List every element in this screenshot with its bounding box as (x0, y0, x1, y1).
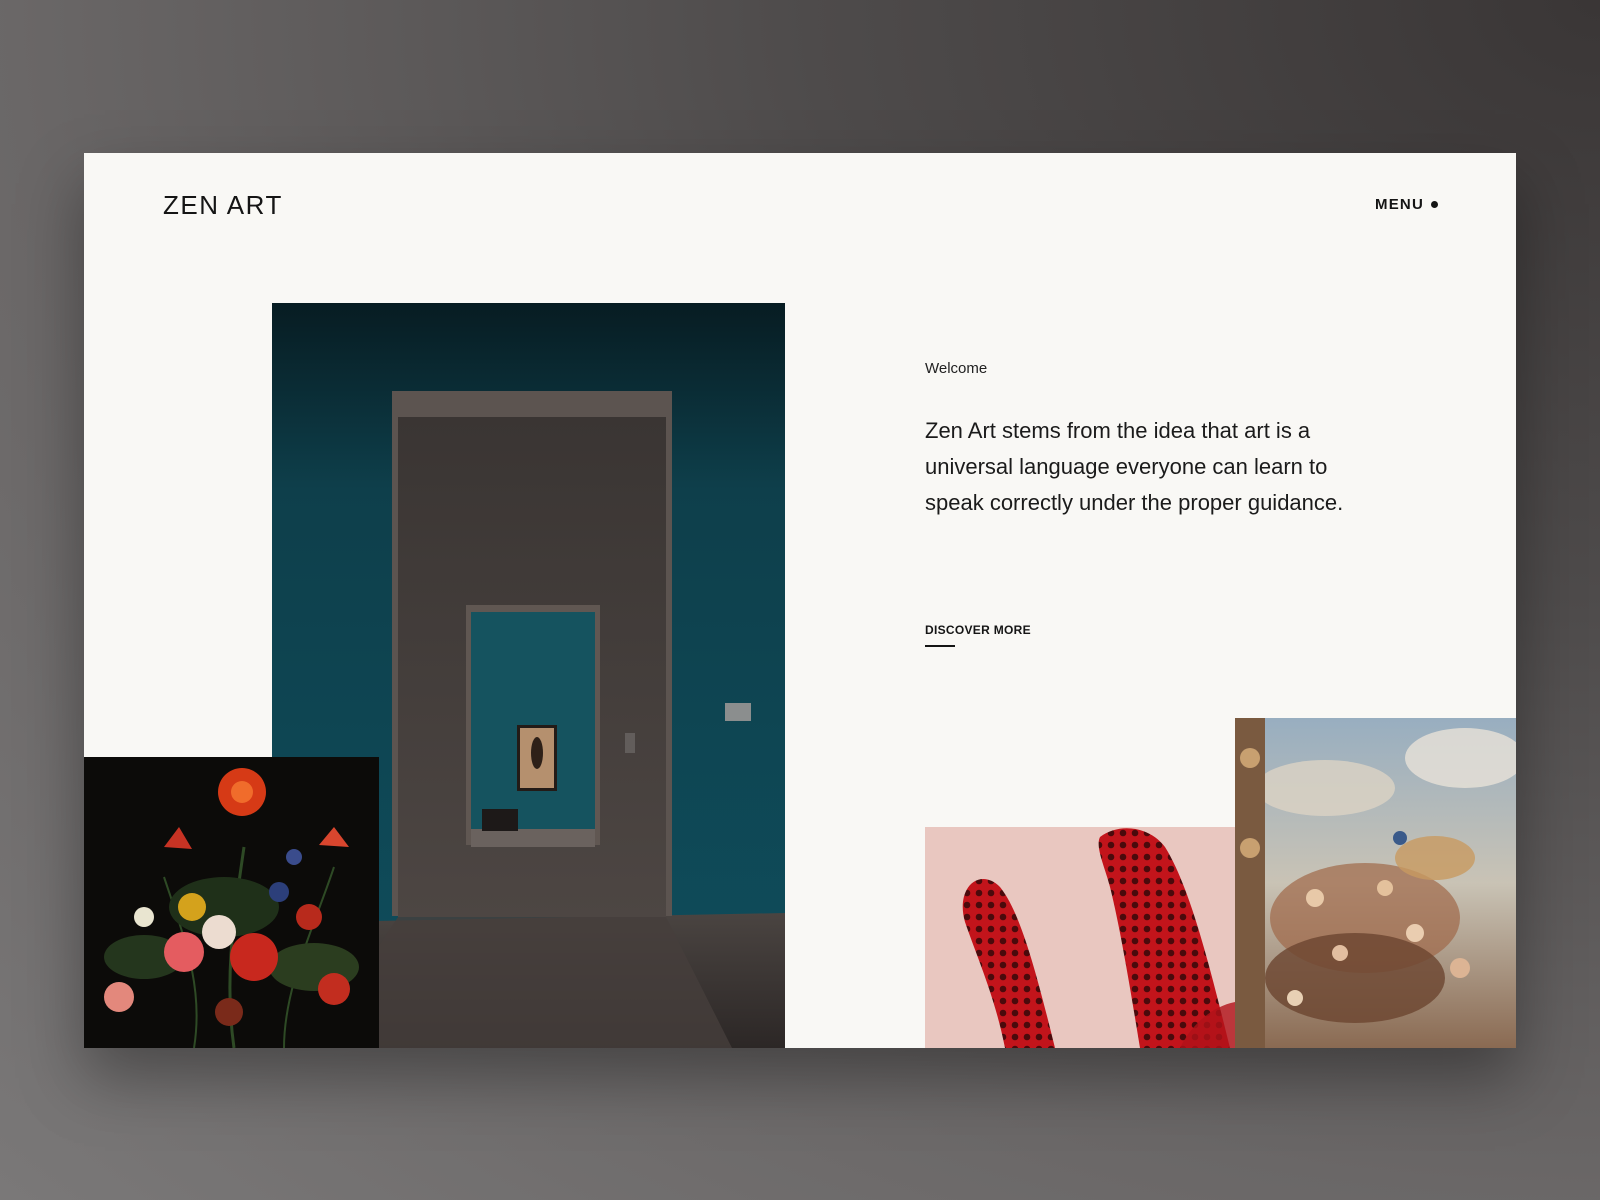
intro-eyebrow: Welcome (925, 360, 988, 377)
discover-more-label: DISCOVER MORE (925, 623, 1031, 637)
menu-label: MENU (1375, 196, 1424, 213)
page-canvas: ZEN ART MENU Welcome Zen Art stems from … (84, 153, 1516, 1048)
discover-more-link[interactable]: DISCOVER MORE (925, 621, 1031, 647)
menu-dot-icon (1431, 201, 1438, 208)
flowers-painting-image (84, 757, 379, 1048)
intro-lead-text: Zen Art stems from the idea that art is … (925, 418, 1344, 515)
menu-button[interactable]: MENU (1375, 196, 1438, 213)
site-logo[interactable]: ZEN ART (163, 190, 283, 221)
red-sculpture-image (925, 827, 1235, 1048)
ceiling-fresco-image (1235, 718, 1516, 1048)
link-underline (925, 645, 955, 647)
